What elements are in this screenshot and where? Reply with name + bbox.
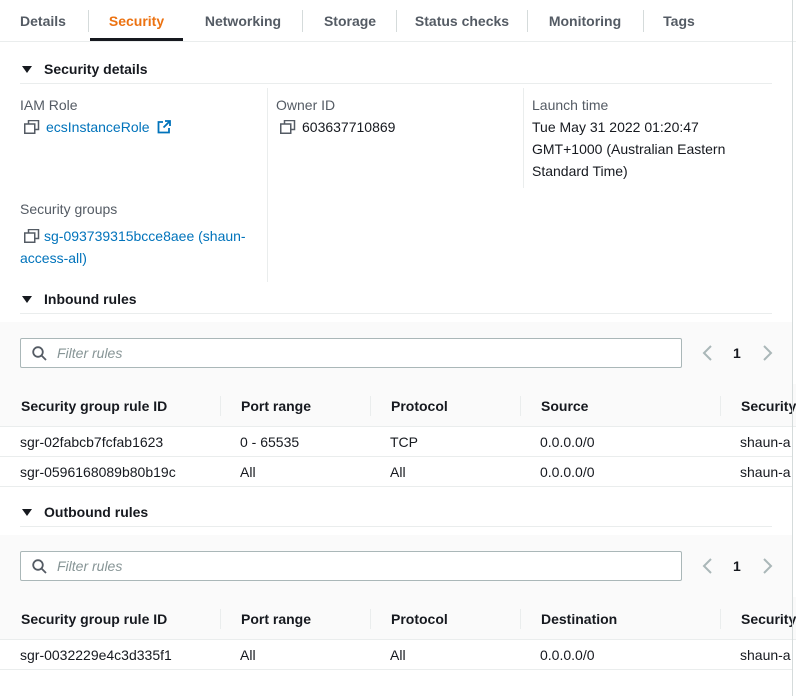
tab-divider <box>643 10 644 32</box>
tab-status-checks[interactable]: Status checks <box>404 0 520 41</box>
protocol-cell: TCP <box>390 434 418 450</box>
table-row[interactable]: sgr-0032229e4c3d335f1 All All 0.0.0.0/0 … <box>0 640 792 670</box>
outbound-table-header: Security group rule ID Port range Protoc… <box>0 597 796 640</box>
section-title: Inbound rules <box>44 291 137 307</box>
copy-icon[interactable] <box>24 229 40 243</box>
inbound-filter <box>20 338 682 368</box>
security-group-cell: shaun-a <box>740 647 791 663</box>
search-icon <box>32 346 47 361</box>
tab-divider <box>527 10 528 32</box>
rule-id-cell: sgr-0032229e4c3d335f1 <box>20 647 172 663</box>
copy-icon[interactable] <box>280 120 296 134</box>
rule-id-cell: sgr-0596168089b80b19c <box>20 464 176 480</box>
iam-role-label: IAM Role <box>20 97 78 113</box>
column-resizer[interactable] <box>370 609 371 629</box>
column-header[interactable]: Protocol <box>391 384 448 426</box>
security-groups-value: sg-093739315bcce8aee (shaun- access-all) <box>20 225 260 269</box>
search-icon <box>32 559 47 574</box>
panel-edge <box>792 0 793 696</box>
tab-storage[interactable]: Storage <box>310 0 390 41</box>
chevron-right-icon[interactable] <box>760 557 774 575</box>
security-group-link-cont[interactable]: access-all) <box>20 247 260 269</box>
security-groups-label: Security groups <box>20 201 118 217</box>
outbound-filter <box>20 551 682 581</box>
column-divider <box>523 88 524 188</box>
column-header[interactable]: Destination <box>541 597 617 639</box>
chevron-right-icon[interactable] <box>760 344 774 362</box>
tab-divider <box>396 10 397 32</box>
tab-monitoring[interactable]: Monitoring <box>535 0 635 41</box>
column-resizer[interactable] <box>370 396 371 416</box>
security-group-cell: shaun-a <box>740 434 791 450</box>
launch-time-value: Tue May 31 2022 01:20:47 GMT+1000 (Austr… <box>532 116 725 182</box>
copy-icon[interactable] <box>24 120 40 134</box>
tab-bar: Details Security Networking Storage Stat… <box>0 0 796 42</box>
inbound-rules-header[interactable]: Inbound rules <box>20 284 137 314</box>
column-header[interactable]: Port range <box>241 597 311 639</box>
column-header[interactable]: Source <box>541 384 588 426</box>
inbound-table-header: Security group rule ID Port range Protoc… <box>0 384 796 427</box>
tab-details[interactable]: Details <box>8 0 78 41</box>
column-resizer[interactable] <box>520 609 521 629</box>
column-resizer[interactable] <box>220 396 221 416</box>
divider <box>20 526 772 527</box>
chevron-left-icon[interactable] <box>701 557 715 575</box>
section-title: Security details <box>44 61 148 77</box>
source-cell: 0.0.0.0/0 <box>540 464 595 480</box>
source-cell: 0.0.0.0/0 <box>540 434 595 450</box>
protocol-cell: All <box>390 464 406 480</box>
column-resizer[interactable] <box>720 396 721 416</box>
divider <box>20 313 772 314</box>
column-header[interactable]: Security <box>741 597 796 639</box>
inbound-page-number[interactable]: 1 <box>733 345 741 361</box>
divider <box>20 83 772 84</box>
security-group-cell: shaun-a <box>740 464 791 480</box>
owner-id-label: Owner ID <box>276 97 336 113</box>
column-header[interactable]: Security <box>741 384 796 426</box>
tab-security[interactable]: Security <box>90 0 183 41</box>
rule-id-cell: sgr-02fabcb7fcfab1623 <box>20 434 164 450</box>
column-header[interactable]: Port range <box>241 384 311 426</box>
tab-tags[interactable]: Tags <box>651 0 707 41</box>
column-header[interactable]: Security group rule ID <box>21 384 167 426</box>
launch-time-line: GMT+1000 (Australian Eastern <box>532 141 726 157</box>
column-header[interactable]: Security group rule ID <box>21 597 167 639</box>
column-resizer[interactable] <box>220 609 221 629</box>
protocol-cell: All <box>390 647 406 663</box>
owner-id-text: 603637710869 <box>302 119 396 135</box>
column-header[interactable]: Protocol <box>391 597 448 639</box>
tab-networking[interactable]: Networking <box>190 0 296 41</box>
port-range-cell: All <box>240 464 256 480</box>
tab-divider <box>302 10 303 32</box>
security-details-header[interactable]: Security details <box>20 54 148 84</box>
table-row[interactable]: sgr-0596168089b80b19c All All 0.0.0.0/0 … <box>0 457 792 487</box>
outbound-filter-input[interactable] <box>55 552 675 580</box>
column-resizer[interactable] <box>520 396 521 416</box>
column-divider <box>267 88 268 282</box>
caret-down-icon <box>22 66 32 73</box>
active-tab-indicator <box>90 38 183 41</box>
external-link-icon[interactable] <box>157 120 172 134</box>
caret-down-icon <box>22 296 32 303</box>
owner-id-value: 603637710869 <box>280 116 395 138</box>
port-range-cell: 0 - 65535 <box>240 434 300 450</box>
table-row[interactable]: sgr-02fabcb7fcfab1623 0 - 65535 TCP 0.0.… <box>0 427 792 457</box>
iam-role-link[interactable]: ecsInstanceRole <box>46 119 150 135</box>
outbound-rules-header[interactable]: Outbound rules <box>20 497 148 527</box>
port-range-cell: All <box>240 647 256 663</box>
inbound-filter-input[interactable] <box>55 339 675 367</box>
tab-divider <box>88 10 89 32</box>
section-title: Outbound rules <box>44 504 149 520</box>
iam-role-value: ecsInstanceRole <box>24 116 172 138</box>
caret-down-icon <box>22 509 32 516</box>
launch-time-line: Tue May 31 2022 01:20:47 <box>532 119 699 135</box>
destination-cell: 0.0.0.0/0 <box>540 647 595 663</box>
security-group-link[interactable]: sg-093739315bcce8aee (shaun- <box>44 228 246 244</box>
outbound-page-number[interactable]: 1 <box>733 558 741 574</box>
chevron-left-icon[interactable] <box>701 344 715 362</box>
launch-time-label: Launch time <box>532 97 609 113</box>
launch-time-line: Standard Time) <box>532 163 628 179</box>
column-resizer[interactable] <box>720 609 721 629</box>
